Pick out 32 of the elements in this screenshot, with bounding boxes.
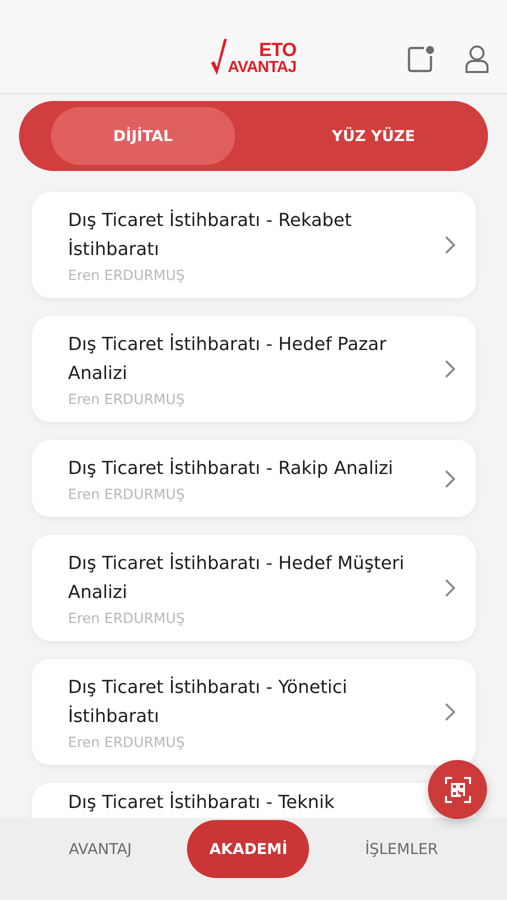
check-mark-icon [210, 39, 227, 75]
profile-icon[interactable] [465, 45, 489, 73]
course-title: Dış Ticaret İstihbaratı - Rekabet İstihbaratı [68, 208, 353, 262]
course-title: Dış Ticaret İstihbaratı - Yönetici İstihbaratı [68, 676, 348, 729]
chevron-right-icon [444, 702, 456, 722]
instructor-name: Eren ERDURMUŞ [68, 487, 186, 503]
instructor-name: Eren ERDURMUŞ [68, 611, 186, 627]
course-card[interactable]: Dış Ticaret İstihbaratı - Rekabet İstihbaratı Eren ERDURMUŞ [32, 192, 476, 298]
instructor-name: Eren ERDURMUŞ [68, 392, 186, 408]
nav-tab[interactable]: AKADEMİ [187, 820, 310, 878]
notification-icon[interactable] [407, 45, 435, 73]
instructor-name: Eren ERDURMUŞ [68, 268, 186, 284]
course-title: Dış Ticaret İstihbaratı - Rakip Analizi [68, 456, 394, 481]
chevron-right-icon [444, 359, 456, 379]
instructor-name: Eren ERDURMUŞ [68, 735, 186, 751]
nav-tab[interactable]: İŞLEMLER [343, 820, 460, 878]
course-card[interactable]: Dış Ticaret İstihbaratı - Hedef Müşteri Analizi Eren ERDURMUŞ [32, 535, 476, 641]
chevron-right-icon [444, 468, 456, 488]
logo-text: AVANTAJ [228, 60, 296, 75]
logo-text: ETO [259, 42, 296, 60]
chevron-right-icon [444, 578, 456, 598]
course-card[interactable]: Dış Ticaret İstihbaratı - Yönetici İstihbaratı Eren ERDURMUŞ [32, 659, 476, 765]
course-card[interactable]: Dış Ticaret İstihbaratı - Hedef Pazar Analizi Eren ERDURMUŞ [32, 316, 476, 422]
course-title: Dış Ticaret İstihbaratı - Hedef Müşteri Analizi [68, 552, 406, 605]
course-title: Dış Ticaret İstihbaratı - Teknik [68, 791, 336, 815]
qr-code-icon [444, 776, 472, 804]
course-title: Dış Ticaret İstihbaratı - Hedef Pazar Analizi [68, 332, 388, 386]
segment-tab[interactable]: YÜZ YÜZE [265, 107, 482, 165]
course-card[interactable]: Dış Ticaret İstihbaratı - Rakip Analizi Eren ERDURMUŞ [32, 440, 476, 517]
nav-tab[interactable]: AVANTAJ [46, 820, 154, 878]
chevron-right-icon [444, 235, 456, 255]
qr-scan-button[interactable] [428, 760, 487, 819]
